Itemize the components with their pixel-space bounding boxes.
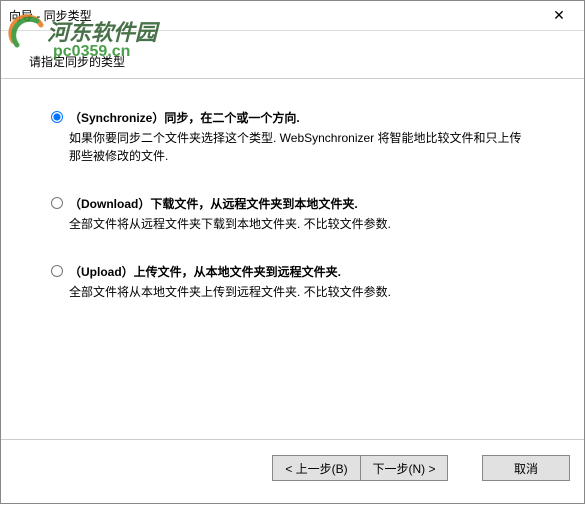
button-bar: < 上一步(B) 下一步(N) > 取消: [1, 440, 584, 496]
option-upload-desc: 全部文件将从本地文件夹上传到远程文件夹. 不比较文件参数.: [69, 283, 534, 301]
option-upload-row[interactable]: （Upload）上传文件，从本地文件夹到远程文件夹.: [51, 263, 534, 280]
wizard-content: （Synchronize）同步，在二个或一个方向. 如果你要同步二个文件夹选择这…: [1, 79, 584, 439]
option-upload: （Upload）上传文件，从本地文件夹到远程文件夹. 全部文件将从本地文件夹上传…: [51, 263, 534, 301]
next-button[interactable]: 下一步(N) >: [360, 455, 448, 481]
window-title: 向导 - 同步类型: [9, 7, 536, 24]
option-synchronize-row[interactable]: （Synchronize）同步，在二个或一个方向.: [51, 109, 534, 126]
option-upload-title: （Upload）上传文件，从本地文件夹到远程文件夹.: [69, 263, 341, 280]
radio-download[interactable]: [51, 197, 63, 209]
wizard-header: 请指定同步的类型: [1, 31, 584, 79]
back-button[interactable]: < 上一步(B): [272, 455, 360, 481]
instruction-text: 请指定同步的类型: [19, 39, 566, 70]
option-synchronize: （Synchronize）同步，在二个或一个方向. 如果你要同步二个文件夹选择这…: [51, 109, 534, 165]
titlebar: 向导 - 同步类型 ✕: [1, 1, 584, 31]
cancel-button[interactable]: 取消: [482, 455, 570, 481]
radio-upload[interactable]: [51, 265, 63, 277]
option-synchronize-desc: 如果你要同步二个文件夹选择这个类型. WebSynchronizer 将智能地比…: [69, 129, 534, 165]
option-download-row[interactable]: （Download）下载文件，从远程文件夹到本地文件夹.: [51, 195, 534, 212]
close-button[interactable]: ✕: [536, 2, 582, 30]
wizard-window: 向导 - 同步类型 ✕ 请指定同步的类型 （Synchronize）同步，在二个…: [0, 0, 585, 504]
option-download: （Download）下载文件，从远程文件夹到本地文件夹. 全部文件将从远程文件夹…: [51, 195, 534, 233]
nav-button-group: < 上一步(B) 下一步(N) >: [272, 455, 448, 481]
option-synchronize-title: （Synchronize）同步，在二个或一个方向.: [69, 109, 300, 126]
close-icon: ✕: [553, 7, 565, 24]
radio-synchronize[interactable]: [51, 111, 63, 123]
option-download-desc: 全部文件将从远程文件夹下载到本地文件夹. 不比较文件参数.: [69, 215, 534, 233]
option-download-title: （Download）下载文件，从远程文件夹到本地文件夹.: [69, 195, 358, 212]
